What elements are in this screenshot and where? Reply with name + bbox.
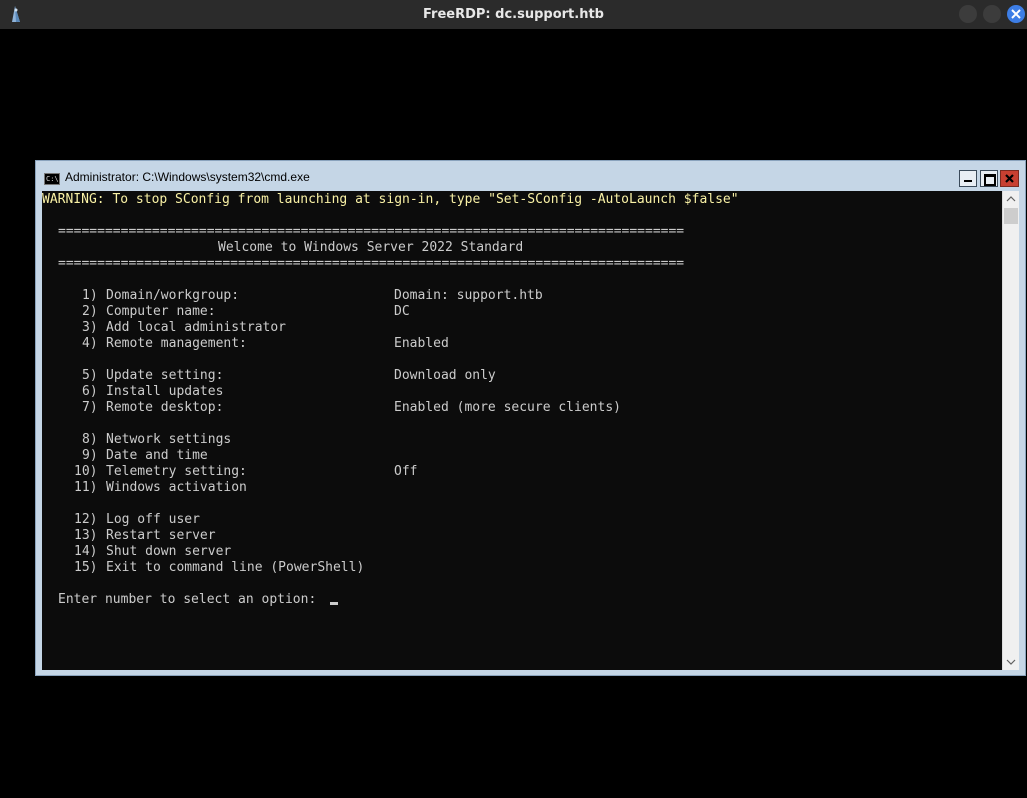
menu-option-number: 11) xyxy=(74,480,98,495)
menu-option-value: Enabled (more secure clients) xyxy=(394,400,621,415)
menu-option-label: Restart server xyxy=(106,528,216,543)
cmd-icon: C:\ xyxy=(44,173,60,185)
menu-option-label: Domain/workgroup: xyxy=(106,288,240,303)
separator-top: ========================================… xyxy=(58,224,685,239)
menu-option-value: Off xyxy=(394,464,418,479)
close-icon xyxy=(1011,9,1021,19)
menu-option-label: Remote management: xyxy=(106,336,247,351)
rdp-minimize-button[interactable] xyxy=(959,5,977,23)
rdp-titlebar[interactable]: FreeRDP: dc.support.htb xyxy=(0,0,1027,29)
separator-bottom: ========================================… xyxy=(58,256,685,271)
scroll-down-arrow-icon[interactable] xyxy=(1003,654,1019,670)
scroll-up-arrow-icon[interactable] xyxy=(1003,191,1019,207)
cmd-minimize-button[interactable] xyxy=(959,170,977,187)
menu-option-label: Install updates xyxy=(106,384,224,399)
welcome-banner: Welcome to Windows Server 2022 Standard xyxy=(218,240,524,255)
menu-option-number: 12) xyxy=(74,512,98,527)
menu-option-label: Windows activation xyxy=(106,480,247,495)
menu-option-number: 1) xyxy=(82,288,98,303)
cmd-titlebar[interactable]: C:\ Administrator: C:\Windows\system32\c… xyxy=(36,161,1025,191)
warning-message: WARNING: To stop SConfig from launching … xyxy=(42,192,739,207)
maximize-icon xyxy=(984,174,996,186)
text-cursor[interactable] xyxy=(330,602,338,605)
menu-option-label: Date and time xyxy=(106,448,208,463)
menu-option-number: 10) xyxy=(74,464,98,479)
vertical-scrollbar[interactable] xyxy=(1002,191,1019,670)
cmd-window[interactable]: C:\ Administrator: C:\Windows\system32\c… xyxy=(35,160,1026,676)
menu-option-label: Log off user xyxy=(106,512,200,527)
menu-option-number: 15) xyxy=(74,560,98,575)
menu-option-number: 3) xyxy=(82,320,98,335)
scrollbar-thumb[interactable] xyxy=(1004,208,1018,224)
rdp-close-button[interactable] xyxy=(1007,5,1025,23)
menu-option-label: Telemetry setting: xyxy=(106,464,247,479)
menu-option-number: 7) xyxy=(82,400,98,415)
cmd-window-title: Administrator: C:\Windows\system32\cmd.e… xyxy=(65,170,310,184)
minimize-icon xyxy=(964,180,972,182)
menu-option-label: Remote desktop: xyxy=(106,400,224,415)
input-prompt: Enter number to select an option: xyxy=(58,592,317,607)
cmd-maximize-button[interactable] xyxy=(980,170,998,187)
menu-option-number: 8) xyxy=(82,432,98,447)
menu-option-label: Exit to command line (PowerShell) xyxy=(106,560,365,575)
menu-option-label: Computer name: xyxy=(106,304,216,319)
menu-option-number: 13) xyxy=(74,528,98,543)
menu-option-number: 4) xyxy=(82,336,98,351)
menu-option-number: 9) xyxy=(82,448,98,463)
menu-option-number: 14) xyxy=(74,544,98,559)
menu-option-number: 5) xyxy=(82,368,98,383)
menu-option-label: Update setting: xyxy=(106,368,224,383)
console-output[interactable]: WARNING: To stop SConfig from launching … xyxy=(42,191,1002,670)
menu-option-label: Network settings xyxy=(106,432,232,447)
menu-option-value: DC xyxy=(394,304,410,319)
menu-option-number: 6) xyxy=(82,384,98,399)
rdp-maximize-button[interactable] xyxy=(983,5,1001,23)
close-icon xyxy=(1005,174,1014,183)
rdp-window-title: FreeRDP: dc.support.htb xyxy=(423,7,604,22)
menu-option-number: 2) xyxy=(82,304,98,319)
menu-option-value: Enabled xyxy=(394,336,449,351)
menu-option-label: Add local administrator xyxy=(106,320,287,335)
menu-option-value: Download only xyxy=(394,368,496,383)
cmd-close-button[interactable] xyxy=(1000,170,1019,187)
menu-option-label: Shut down server xyxy=(106,544,232,559)
menu-option-value: Domain: support.htb xyxy=(394,288,543,303)
